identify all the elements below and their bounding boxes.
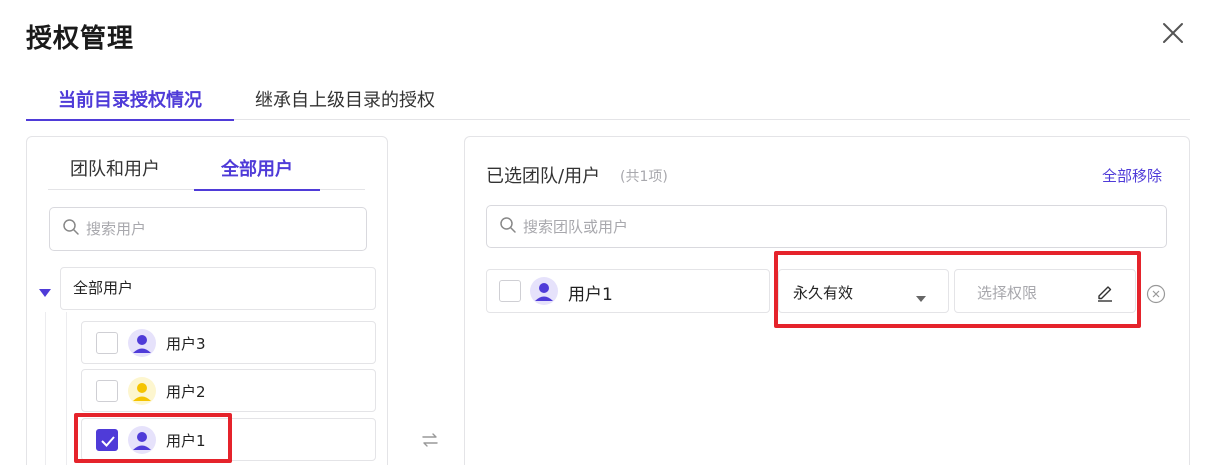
avatar <box>128 377 156 405</box>
tree-guide-line <box>45 312 46 465</box>
user-name: 用户2 <box>166 383 206 401</box>
user-checkbox[interactable] <box>96 332 118 354</box>
user-row-3[interactable]: 用户3 <box>81 321 376 364</box>
main-tabs: 当前目录授权情况 继承自上级目录的授权 <box>26 88 1190 121</box>
close-icon[interactable] <box>1160 20 1186 46</box>
user-checkbox-checked[interactable] <box>96 429 118 451</box>
edit-pencil-icon[interactable] <box>1095 282 1115 302</box>
user-row-2[interactable]: 用户2 <box>81 369 376 412</box>
dialog-title: 授权管理 <box>26 24 135 54</box>
sub-tabs: 团队和用户 全部用户 <box>48 156 365 191</box>
caret-down-icon <box>915 288 927 302</box>
user-row-1[interactable]: 用户1 <box>81 418 376 461</box>
selected-title: 已选团队/用户 <box>486 166 601 187</box>
avatar <box>128 329 156 357</box>
selected-user-row: 用户1 <box>486 269 770 313</box>
checkmark-icon <box>101 436 115 447</box>
selected-user-checkbox[interactable] <box>499 280 521 302</box>
permission-select[interactable]: 选择权限 <box>954 269 1136 313</box>
team-user-search-input[interactable] <box>523 217 1166 236</box>
tab-all-users[interactable]: 全部用户 <box>194 156 320 191</box>
search-icon <box>499 216 517 238</box>
tree-guide-line <box>66 312 67 465</box>
team-user-search-box <box>486 205 1167 248</box>
remove-circle-icon[interactable] <box>1146 284 1166 304</box>
tab-inherited[interactable]: 继承自上级目录的授权 <box>255 88 495 120</box>
permission-placeholder: 选择权限 <box>977 284 1038 302</box>
search-icon <box>62 218 80 240</box>
tree-root-all-users[interactable]: 全部用户 <box>60 267 376 310</box>
validity-select[interactable]: 永久有效 <box>778 269 949 313</box>
caret-down-icon[interactable] <box>38 283 52 297</box>
selected-user-name: 用户1 <box>568 285 613 305</box>
avatar <box>530 277 558 305</box>
tab-teams-and-users[interactable]: 团队和用户 <box>70 156 160 190</box>
user-name: 用户3 <box>166 335 206 353</box>
selected-count: (共1项) <box>620 169 668 185</box>
tab-current-directory[interactable]: 当前目录授权情况 <box>26 88 234 121</box>
transfer-arrows-icon <box>420 430 440 450</box>
user-name: 用户1 <box>166 432 206 450</box>
avatar <box>128 426 156 454</box>
user-search-input[interactable] <box>86 220 366 238</box>
remove-all-link[interactable]: 全部移除 <box>1102 165 1162 186</box>
user-search-box <box>49 207 367 251</box>
user-checkbox[interactable] <box>96 380 118 402</box>
validity-value: 永久有效 <box>793 284 854 302</box>
